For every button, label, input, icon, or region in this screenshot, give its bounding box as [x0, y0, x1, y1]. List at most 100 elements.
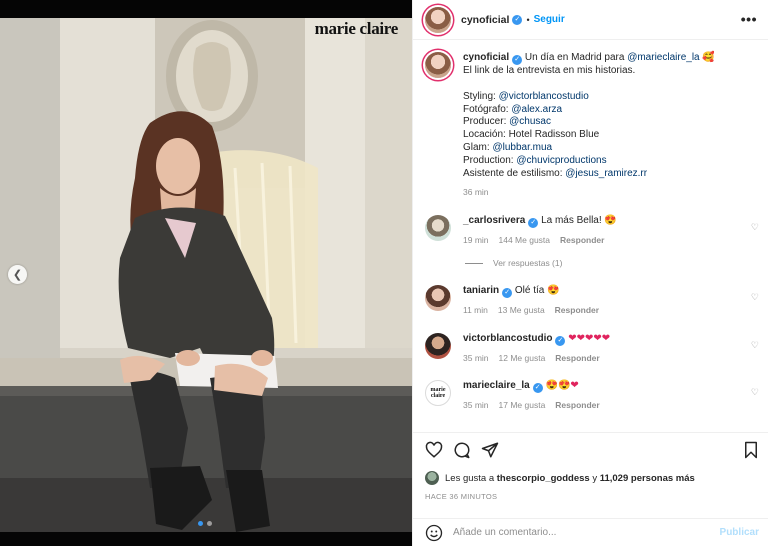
comment-likes[interactable]: 12 Me gusta: [499, 353, 546, 363]
header-separator: •: [526, 14, 530, 25]
photo-letterbox-top: [0, 0, 412, 18]
share-send-icon[interactable]: [481, 441, 499, 459]
comment-body: victorblancostudio ✓ ❤❤❤❤❤ 35 min 12 Me gu…: [463, 333, 610, 365]
previous-slide-button[interactable]: ❮: [8, 265, 27, 284]
comment-time: 35 min: [463, 353, 489, 363]
comment-time: 35 min: [463, 400, 489, 410]
credit-handle[interactable]: @alex.arza: [511, 104, 562, 115]
avatar[interactable]: marie claire: [425, 380, 451, 406]
credit-handle[interactable]: @chusac: [509, 116, 551, 127]
credit-handle[interactable]: @jesus_ramirez.rr: [565, 168, 647, 179]
comment-body: taniarin ✓ Olé tía 😍 11 min 13 Me gusta Res…: [463, 285, 609, 317]
timestamp: 36 min: [463, 187, 489, 198]
more-horizontal-icon[interactable]: •••: [741, 11, 757, 27]
comment-text: La más Bella! 😍: [541, 215, 617, 226]
comment-username[interactable]: _carlosrivera: [463, 215, 525, 226]
photo-scene: [0, 18, 412, 532]
credit-line: Glam: @lubbar.mua: [463, 142, 715, 155]
verified-badge-icon: ✓: [502, 288, 513, 298]
comment-composer: Publicar: [413, 518, 768, 546]
caption-entry: cynoficial ✓ Un día en Madrid para @marie…: [425, 52, 715, 199]
likes-text: Les gusta a thescorpio_goddess y 11,029 …: [445, 473, 695, 484]
heart-outline-icon[interactable]: ♡: [751, 222, 759, 233]
comment-input[interactable]: [453, 527, 703, 538]
credit-line: Producer: @chusac: [463, 116, 715, 129]
post-side-panel: cynoficial ✓ • Seguir ••• cynoficial ✓ Un…: [412, 0, 768, 546]
reply-button[interactable]: Responder: [555, 305, 599, 315]
comment-likes[interactable]: 13 Me gusta: [498, 305, 545, 315]
heart-outline-icon[interactable]: ♡: [751, 387, 759, 398]
comment-item: marie claire marieclaire_la ✓ 😍😍❤ 35 min 1…: [425, 380, 610, 412]
caption-text: Un día en Madrid para: [524, 52, 628, 63]
comment-text: 😍😍❤: [545, 380, 579, 391]
reply-button[interactable]: Responder: [560, 235, 604, 245]
avatar[interactable]: [425, 215, 451, 241]
carousel-dot-active: [198, 521, 203, 526]
credit-label: Styling:: [463, 90, 499, 102]
credit-handle[interactable]: @chuvicproductions: [516, 155, 606, 166]
credit-line: Styling: @victorblancostudio: [463, 91, 715, 104]
author-username[interactable]: cynoficial: [461, 14, 509, 26]
avatar[interactable]: [425, 285, 451, 311]
comment-username[interactable]: marieclaire_la: [463, 380, 530, 391]
caption-username[interactable]: cynoficial: [463, 52, 509, 63]
post-header: cynoficial ✓ • Seguir •••: [413, 0, 768, 40]
carousel-dot: [207, 521, 212, 526]
photo-letterbox-bottom: [0, 532, 412, 546]
likes-middle: y: [589, 472, 600, 484]
verified-badge-icon: ✓: [528, 218, 539, 228]
comment-body: _carlosrivera ✓ La más Bella! 😍 19 min 144…: [463, 215, 617, 247]
action-bar: [413, 432, 768, 468]
credit-label: Glam:: [463, 141, 493, 153]
heart-outline-icon[interactable]: ♡: [751, 340, 759, 351]
caption-emoji: 🥰: [702, 52, 715, 63]
credit-line: Locación: Hotel Radisson Blue: [463, 129, 715, 142]
comment-time: 19 min: [463, 235, 489, 245]
credit-label: Locación: Hotel Radisson Blue: [463, 129, 600, 141]
view-replies-button[interactable]: Ver respuestas (1): [465, 258, 562, 268]
likes-prefix: Les gusta a: [445, 472, 497, 484]
credit-line: Asistente de estilismo: @jesus_ramirez.r…: [463, 168, 715, 181]
credit-handle[interactable]: @victorblancostudio: [499, 91, 589, 102]
avatar[interactable]: [425, 52, 451, 78]
avatar[interactable]: [425, 6, 451, 33]
like-heart-icon[interactable]: [425, 441, 443, 459]
chevron-left-icon: ❮: [12, 269, 23, 281]
avatar[interactable]: [425, 333, 451, 359]
reply-button[interactable]: Responder: [555, 353, 599, 363]
credit-handle[interactable]: @lubbar.mua: [492, 142, 552, 153]
credit-label: Production:: [463, 154, 517, 166]
comment-likes[interactable]: 17 Me gusta: [499, 400, 546, 410]
credit-label: Producer:: [463, 116, 510, 128]
caption-mention[interactable]: @marieclaire_la: [627, 52, 699, 63]
bookmark-icon[interactable]: [743, 441, 759, 459]
liker-username[interactable]: thescorpio_goddess: [497, 473, 590, 484]
comments-scroll[interactable]: cynoficial ✓ Un día en Madrid para @marie…: [413, 40, 768, 432]
caption-line2: El link de la entrevista en mis historia…: [463, 65, 636, 76]
comment-bubble-icon[interactable]: [453, 441, 471, 459]
brand-logo: marie claire: [314, 19, 399, 38]
smiley-icon[interactable]: [425, 524, 443, 542]
post-comment-button[interactable]: Publicar: [720, 527, 759, 538]
comment-username[interactable]: victorblancostudio: [463, 333, 552, 344]
comment-username[interactable]: taniarin: [463, 285, 499, 296]
replies-divider: [465, 262, 483, 264]
post-time-ago: HACE 36 MINUTOS: [425, 492, 498, 501]
view-replies-label: Ver respuestas (1): [493, 258, 563, 268]
comment-likes[interactable]: 144 Me gusta: [499, 235, 551, 245]
heart-outline-icon[interactable]: ♡: [751, 292, 759, 303]
verified-badge-icon: ✓: [532, 383, 543, 393]
comment-item: victorblancostudio ✓ ❤❤❤❤❤ 35 min 12 Me gu…: [425, 333, 610, 365]
comment-body: marieclaire_la ✓ 😍😍❤ 35 min 17 Me gusta Res…: [463, 380, 610, 412]
carousel-dots: [198, 521, 212, 526]
likes-count[interactable]: 11,029 personas más: [600, 473, 695, 484]
follow-button[interactable]: Seguir: [534, 14, 565, 25]
avatar[interactable]: [425, 471, 439, 485]
comment-item: taniarin ✓ Olé tía 😍 11 min 13 Me gusta Res…: [425, 285, 609, 317]
reply-button[interactable]: Responder: [555, 400, 599, 410]
post-photo[interactable]: marie claire ❮: [0, 0, 412, 546]
verified-badge-icon: ✓: [512, 14, 523, 25]
caption-time: 36 min: [463, 186, 715, 199]
comment-text: Olé tía 😍: [514, 285, 560, 296]
credit-line: Fotógrafo: @alex.arza: [463, 104, 715, 117]
